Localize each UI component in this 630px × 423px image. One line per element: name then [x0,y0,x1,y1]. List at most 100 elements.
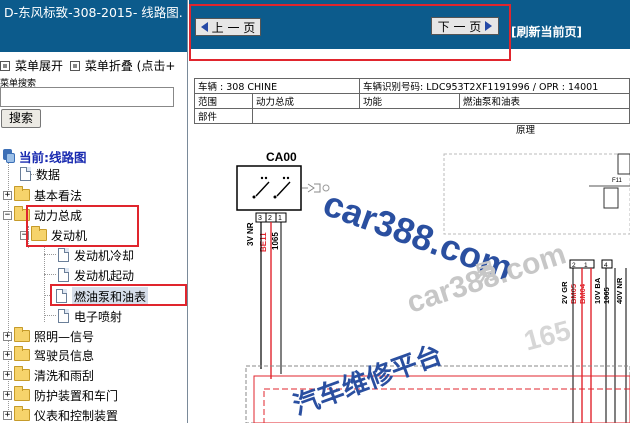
content-pane: 上 一 页 下 一 页 [刷新当前页] 车辆 : 308 CHINE 车辆识别号… [189,0,630,423]
pin-label: 3 [258,215,262,222]
next-page-button[interactable]: 下 一 页 [431,17,499,35]
component-box [236,165,302,211]
document-icon [58,309,69,323]
tree-item[interactable]: + 照明—信号 [3,326,94,346]
prev-page-button[interactable]: 上 一 页 [195,18,261,36]
tree-item[interactable]: 发动机冷却 [58,245,134,265]
tree-item[interactable]: + 驾驶员信息 [3,345,94,365]
wire-label: 40V NR [615,277,624,304]
menu-collapse-link[interactable]: 菜单折叠 (点击+ [69,57,176,74]
contact-dot [260,176,264,180]
tree-item-label: 基本看法 [34,188,83,203]
contact-dot [286,176,290,180]
tree-item[interactable]: 数据 [20,164,60,184]
collapse-icon [69,60,80,71]
pin-label: 2 [572,262,576,269]
tree-item-label: 仪表和控制装置 [34,408,119,423]
tree-line [44,274,56,275]
tree-item[interactable]: − 动力总成 [3,205,82,225]
wire-label: 10V BA [593,277,602,304]
contact-dot [252,195,256,199]
function-value: 燃油泵和油表 [459,93,630,109]
wiring-diagram[interactable]: CA00 3 2 1 3V NR BE11 1065 F11 2 1 4 2V … [194,134,630,423]
tree-item[interactable]: 发动机起动 [58,265,134,285]
vin-cell: 车辆识别号码: LDC953T2XF1191996 / OPR : 14001 [359,78,630,94]
wire-label: 2V GR [560,281,569,304]
tree-item-label: 数据 [36,167,61,182]
tree-item-label: 清洗和雨刮 [34,368,95,383]
tree-root-label: 当前:线路图 [19,149,87,165]
expand-icon [0,60,10,71]
component-label: CA00 [266,150,297,164]
wire-label: 3V NR [246,222,255,246]
expand-plus-icon[interactable]: + [3,410,12,420]
tree-item[interactable]: 电子喷射 [58,306,122,326]
folder-open-icon [31,226,47,241]
collapse-minus-icon[interactable]: − [20,230,29,240]
document-icon [58,248,69,262]
tree-item[interactable]: + 防护装置和车门 [3,385,118,405]
expand-plus-icon[interactable]: + [3,331,12,341]
tree-item-label: 电子喷射 [74,309,123,324]
tree-line [44,254,56,255]
search-button[interactable]: 搜索 [1,109,41,128]
tree-line [44,315,56,316]
contact-dot [264,176,268,180]
folder-icon [14,186,30,201]
connector-block [443,153,630,235]
menu-toggle-row: 菜单展开 菜单折叠 (点击+ [0,57,187,74]
vehicle-cell: 车辆 : 308 CHINE [194,78,360,94]
document-icon [56,289,67,303]
harness-box [253,375,630,423]
part-value [252,108,630,124]
search-input[interactable] [0,87,174,107]
folder-open-icon [14,206,30,221]
harness-box [245,365,630,423]
folder-icon [14,386,30,401]
next-page-label: 下 一 页 [437,19,482,34]
tree-item[interactable]: + 仪表和控制装置 [3,405,118,423]
fuse-box [603,187,619,209]
collapse-minus-icon[interactable]: − [3,210,12,220]
tree-item-label: 发动机起动 [74,268,135,283]
menu-collapse-label: 菜单折叠 (点击+ [84,59,176,73]
harness-box [263,388,630,423]
tree-root[interactable]: 当前:线路图 [3,146,87,166]
diagram-root-icon [3,149,15,163]
expand-plus-icon[interactable]: + [3,390,12,400]
expand-plus-icon[interactable]: + [3,350,12,360]
function-label: 功能 [359,93,460,109]
fuse-box [617,153,630,175]
document-icon [58,268,69,282]
arrow-right-icon [485,21,493,31]
arrow-left-icon [200,22,208,32]
tree-item[interactable]: − 发动机 [20,225,87,245]
tree-item-label: 防护装置和车门 [34,388,119,403]
wire-label: 1065 [271,232,280,250]
pin-label: 1 [584,262,588,269]
prev-page-label: 上 一 页 [211,20,256,35]
scope-value: 动力总成 [252,93,360,109]
expand-plus-icon[interactable]: + [3,190,12,200]
tree-item[interactable]: + 基本看法 [3,185,82,205]
expand-plus-icon[interactable]: + [3,370,12,380]
pin-label: 2 [268,215,272,222]
tree-item[interactable]: + 清洗和雨刮 [3,365,94,385]
refresh-link[interactable]: [刷新当前页] [511,23,582,40]
ground-symbol [302,183,321,193]
tree-item-label: 照明—信号 [34,329,95,344]
page-nav-bar: 上 一 页 下 一 页 [刷新当前页] [189,0,630,49]
contact-dot [273,195,277,199]
tree-line [44,295,52,296]
pin-label: 4 [604,262,608,269]
connector-icon [322,184,330,192]
part-label: 部件 [194,108,253,124]
connector-label: F11 [612,178,623,184]
tree-item-label: 发动机 [51,228,88,243]
sidebar: D-东风标致-308-2015- 线路图. 菜单展开 菜单折叠 (点击+ 菜单搜… [0,0,188,423]
tree-item-label: 驾驶员信息 [34,348,95,363]
tree-item-selected[interactable]: 燃油泵和油表 [56,286,149,306]
menu-expand-link[interactable]: 菜单展开 [0,57,63,74]
vehicle-info-table: 车辆 : 308 CHINE 车辆识别号码: LDC953T2XF1191996… [194,78,630,124]
tree-line [44,246,45,322]
